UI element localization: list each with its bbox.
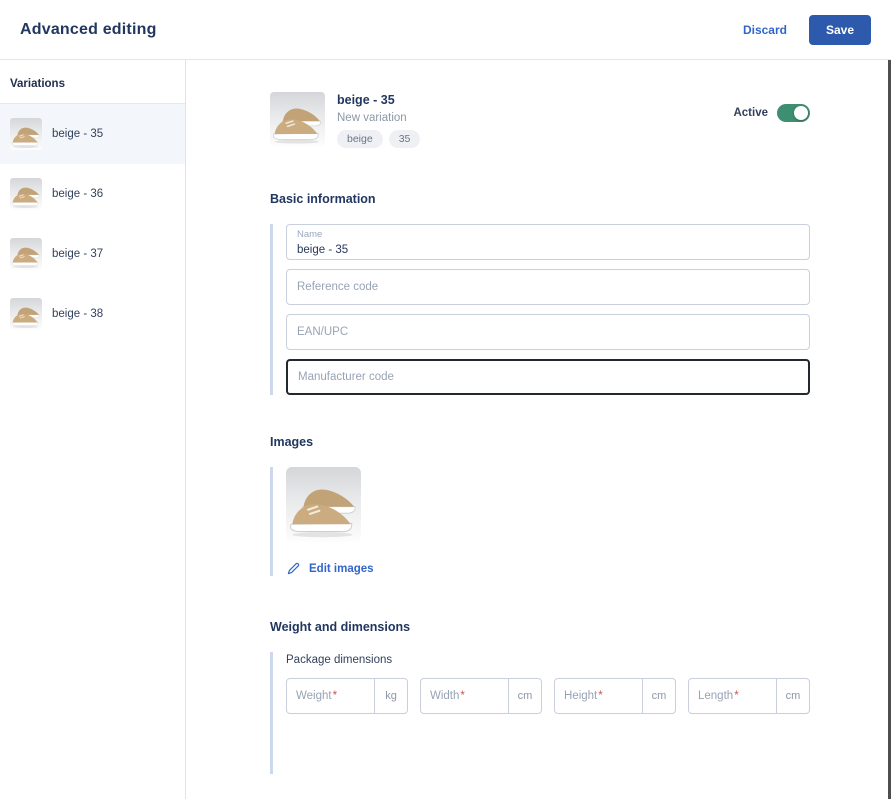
- images-heading: Images: [270, 435, 314, 449]
- topbar: Advanced editing Discard Save: [0, 0, 891, 60]
- variation-thumbnail: [10, 178, 42, 210]
- basic-information-heading: Basic information: [270, 192, 376, 206]
- required-mark: *: [460, 690, 465, 702]
- toggle-knob: [794, 106, 808, 120]
- pencil-icon: [287, 562, 300, 575]
- product-image: [270, 92, 325, 147]
- discard-button[interactable]: Discard: [743, 23, 787, 37]
- width-input[interactable]: Width *: [421, 679, 508, 713]
- required-mark: *: [332, 690, 338, 702]
- variation-label: beige - 37: [52, 248, 104, 260]
- page-title: Advanced editing: [20, 20, 157, 38]
- variation-title: beige - 35: [337, 93, 395, 107]
- weight-dimensions-content: Package dimensions Weight * kg Width * cm: [270, 652, 891, 774]
- variation-label: beige - 36: [52, 188, 104, 200]
- variations-header: Variations: [0, 60, 185, 104]
- name-field: Name: [286, 224, 810, 260]
- save-button[interactable]: Save: [808, 14, 871, 45]
- edit-images-button[interactable]: Edit images: [286, 561, 891, 576]
- topbar-actions: Discard Save: [743, 14, 871, 45]
- height-input[interactable]: Height *: [555, 679, 642, 713]
- width-field: Width * cm: [420, 678, 542, 714]
- variation-tags: beige 35: [337, 130, 421, 148]
- reference-code-field: [286, 269, 810, 305]
- edit-images-label: Edit images: [309, 562, 374, 575]
- images-content: Edit images: [270, 467, 891, 576]
- length-unit: cm: [776, 679, 809, 713]
- width-unit: cm: [508, 679, 541, 713]
- manufacturer-code-input[interactable]: [288, 361, 808, 393]
- weight-dimensions-heading: Weight and dimensions: [270, 620, 411, 634]
- package-dimensions-label: Package dimensions: [286, 654, 393, 666]
- active-toggle[interactable]: [777, 104, 810, 122]
- name-field-label: Name: [297, 229, 323, 240]
- variation-subtitle: New variation: [337, 112, 407, 124]
- variation-thumbnail: [10, 238, 42, 270]
- weight-unit: kg: [374, 679, 407, 713]
- active-label: Active: [733, 107, 768, 119]
- variation-thumbnail: [10, 298, 42, 330]
- dimension-fields-row: Weight * kg Width * cm Height * cm Lengt…: [286, 678, 810, 774]
- length-input[interactable]: Length *: [689, 679, 776, 713]
- width-placeholder: Width: [430, 690, 460, 702]
- height-field: Height * cm: [554, 678, 676, 714]
- length-field: Length * cm: [688, 678, 810, 714]
- weight-dimensions-section: Weight and dimensions Package dimensions…: [270, 620, 891, 774]
- variation-item-beige-38[interactable]: beige - 38: [0, 284, 185, 344]
- weight-field: Weight * kg: [286, 678, 408, 714]
- variation-label: beige - 38: [52, 308, 104, 320]
- images-section: Images Edit images: [270, 435, 891, 576]
- basic-information-section: Basic information Name: [270, 192, 891, 395]
- weight-input[interactable]: Weight *: [287, 679, 374, 713]
- product-info: beige - 35 New variation beige 35: [337, 92, 421, 148]
- manufacturer-code-field: [286, 359, 810, 395]
- variation-item-beige-36[interactable]: beige - 36: [0, 164, 185, 224]
- reference-code-input[interactable]: [287, 270, 809, 304]
- tag-beige: beige: [337, 130, 383, 148]
- basic-information-fields: Name: [270, 224, 891, 395]
- gallery-image[interactable]: [286, 467, 361, 542]
- variations-sidebar: Variations beige - 35 beige - 36 beige -…: [0, 60, 186, 799]
- required-mark: *: [598, 690, 603, 702]
- height-placeholder: Height: [564, 690, 598, 702]
- ean-upc-input[interactable]: [287, 315, 809, 349]
- variation-item-beige-37[interactable]: beige - 37: [0, 224, 185, 284]
- height-unit: cm: [642, 679, 675, 713]
- name-input[interactable]: [297, 242, 799, 258]
- length-placeholder: Length: [698, 690, 734, 702]
- variation-label: beige - 35: [52, 128, 104, 140]
- required-mark: *: [734, 690, 739, 702]
- product-header: beige - 35 New variation beige 35 Active: [270, 92, 810, 148]
- tag-35: 35: [388, 130, 421, 148]
- ean-upc-field: [286, 314, 810, 350]
- weight-placeholder: Weight: [296, 690, 332, 702]
- variation-thumbnail: [10, 118, 42, 150]
- variation-item-beige-35[interactable]: beige - 35: [0, 104, 185, 164]
- main-panel: beige - 35 New variation beige 35 Active…: [186, 60, 891, 799]
- active-toggle-group: Active: [733, 104, 810, 122]
